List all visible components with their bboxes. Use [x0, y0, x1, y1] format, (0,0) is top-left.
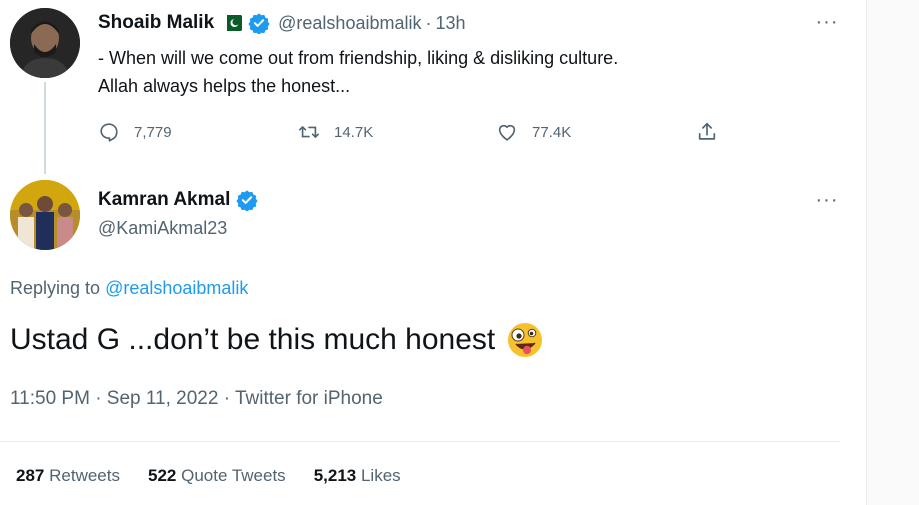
tweet-screenshot: Shoaib Malik @realshoaibmalik · 13h ··· … — [0, 0, 919, 505]
share-button[interactable] — [696, 118, 732, 146]
share-icon — [698, 122, 716, 140]
reply-count: 7,779 — [134, 123, 172, 141]
tweet-meta[interactable]: 11:50 PM · Sep 11, 2022 · Twitter for iP… — [10, 388, 383, 410]
replying-prefix: Replying to — [10, 278, 101, 298]
retweets-count: 287 — [16, 466, 45, 485]
author-name[interactable]: Kamran Akmal — [98, 189, 230, 211]
more-options-icon[interactable]: ··· — [812, 12, 842, 32]
retweets-stat[interactable]: 287 Retweets — [16, 466, 120, 486]
retweet-count: 14.7K — [334, 123, 374, 141]
reply-text: Ustad G ...don’t be this much honest — [10, 320, 545, 360]
quote-tweets-stat[interactable]: 522 Quote Tweets — [148, 466, 286, 486]
tweet-actions: 7,779 14.7K 77.4K — [98, 118, 738, 146]
likes-count: 5,213 — [313, 466, 357, 485]
likes-label: Likes — [360, 466, 401, 485]
tweet-text: - When will we come out from friendship,… — [98, 44, 798, 100]
like-count: 77.4K — [532, 123, 572, 141]
reply-icon — [100, 123, 118, 142]
likes-stat[interactable]: 5,213 Likes — [314, 466, 401, 486]
retweets-label: Retweets — [49, 466, 120, 485]
pakistan-flag-icon — [222, 15, 243, 31]
reply-author-row: Kamran Akmal — [98, 187, 258, 213]
verified-badge-icon — [236, 189, 258, 212]
tweet-text-line: - When will we come out from friendship,… — [98, 48, 619, 68]
tweet-time[interactable]: 13h — [435, 13, 465, 34]
retweet-icon — [299, 126, 319, 138]
divider — [0, 441, 840, 442]
more-options-icon[interactable]: ··· — [812, 190, 842, 210]
retweet-button[interactable]: 14.7K — [298, 118, 373, 146]
reply-button[interactable]: 7,779 — [98, 118, 172, 146]
zany-face-emoji — [505, 320, 545, 360]
tweet-stats: 287 Retweets 522 Quote Tweets 5,213 Like… — [16, 466, 429, 486]
author-handle[interactable]: @KamiAkmal23 — [98, 218, 227, 239]
quotes-label: Quote Tweets — [181, 466, 286, 485]
verified-badge-icon — [248, 12, 270, 35]
like-button[interactable]: 77.4K — [496, 118, 571, 146]
right-margin — [867, 0, 919, 505]
tweet-author-row: Shoaib Malik @realshoaibmalik · 13h — [98, 10, 466, 36]
heart-icon — [498, 124, 516, 141]
separator: · — [425, 12, 432, 33]
avatar[interactable] — [10, 8, 80, 78]
author-handle[interactable]: @realshoaibmalik — [278, 13, 421, 34]
thread-connector — [44, 82, 46, 174]
mention-link[interactable]: @realshoaibmalik — [105, 278, 248, 298]
avatar[interactable] — [10, 180, 80, 250]
author-name[interactable]: Shoaib Malik — [98, 12, 214, 34]
quotes-count: 522 — [147, 466, 177, 485]
replying-to: Replying to @realshoaibmalik — [10, 278, 248, 299]
reply-text-body: Ustad G ...don’t be this much honest — [10, 323, 496, 356]
tweet-text-line: Allah always helps the honest... — [98, 76, 351, 96]
